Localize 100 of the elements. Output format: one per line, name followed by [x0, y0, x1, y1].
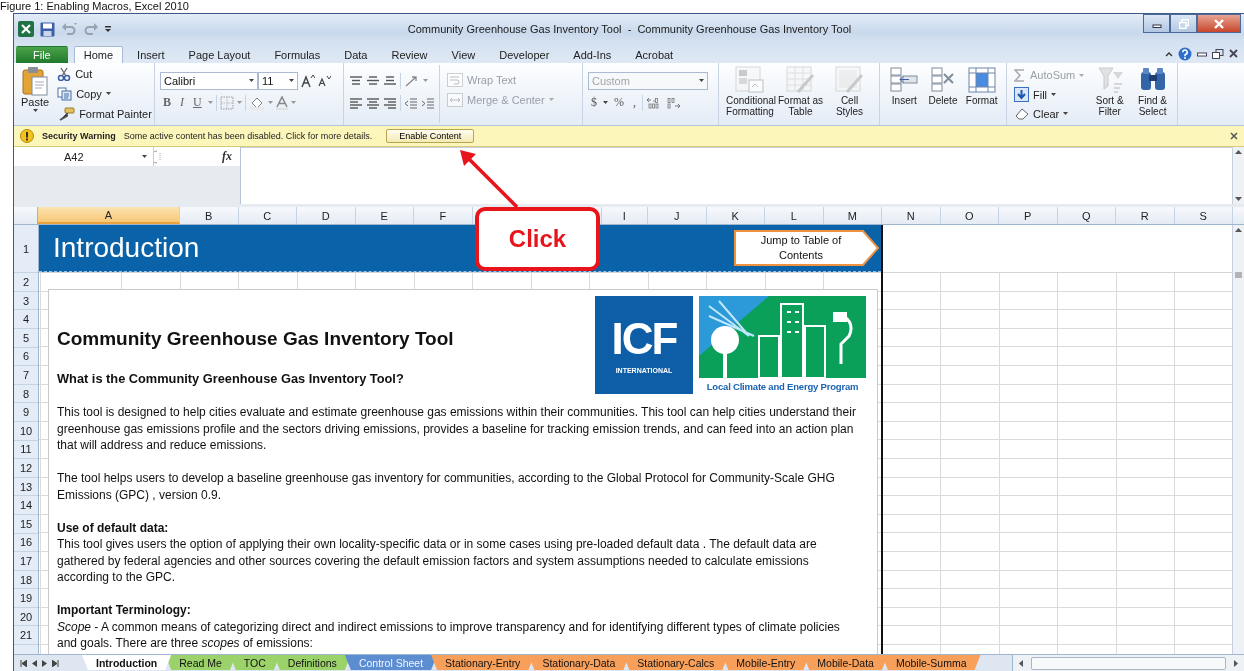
ribbon-button[interactable]: Insert	[885, 64, 924, 123]
row-header[interactable]: 12	[14, 459, 38, 478]
help-icon[interactable]	[1178, 46, 1192, 61]
restore-icon[interactable]	[1212, 48, 1224, 59]
next-sheet-icon[interactable]	[42, 659, 47, 667]
column-header[interactable]: O	[940, 207, 999, 225]
enable-content-button[interactable]: Enable Content	[386, 129, 475, 143]
minimize-button[interactable]	[1143, 14, 1170, 33]
row-header[interactable]: 13	[14, 477, 38, 497]
scrollbar[interactable]	[1232, 147, 1244, 205]
row-header[interactable]: 18	[14, 570, 38, 590]
row-header[interactable]: 5	[14, 329, 38, 348]
ribbon-tab[interactable]: Acrobat	[625, 45, 684, 63]
column-header[interactable]: S	[1174, 207, 1233, 225]
row-header[interactable]: 6	[14, 347, 38, 367]
column-header[interactable]: E	[355, 207, 414, 225]
ribbon-tab[interactable]: Developer	[489, 45, 560, 63]
increase-decimal-icon[interactable]	[646, 96, 662, 109]
save-icon[interactable]	[40, 21, 55, 37]
ribbon-button[interactable]: Clear	[1012, 105, 1087, 123]
font-size-dropdown[interactable]: 11	[258, 71, 298, 90]
customize-toolbar-icon[interactable]	[105, 24, 112, 35]
column-header[interactable]: L	[765, 207, 824, 225]
column-header[interactable]: F	[414, 207, 473, 225]
align-left-icon	[349, 96, 363, 109]
column-header[interactable]: K	[706, 207, 765, 225]
insert-function-button[interactable]: fx	[222, 149, 232, 165]
column-header[interactable]: J	[648, 207, 707, 225]
minimize-icon[interactable]	[1197, 49, 1207, 58]
scroll-right-icon	[1234, 659, 1238, 667]
column-header[interactable]: M	[823, 207, 882, 225]
ribbon-tab[interactable]: Page Layout	[178, 45, 261, 63]
ribbon-tab[interactable]: Review	[381, 45, 438, 63]
column-header[interactable]: A	[38, 207, 180, 225]
align-center-icon	[366, 96, 380, 109]
column-header[interactable]: N	[882, 207, 941, 225]
row-header[interactable]: 4	[14, 310, 38, 329]
close-icon[interactable]	[1229, 49, 1238, 59]
row-header[interactable]: 19	[14, 589, 38, 608]
ribbon-tab[interactable]: View	[441, 45, 486, 63]
increase-indent-icon[interactable]	[421, 96, 435, 109]
column-header[interactable]: Q	[1057, 207, 1116, 225]
previous-sheet-icon[interactable]	[32, 659, 37, 667]
warning-message: Some active content has been disabled. Click for more details.	[123, 131, 373, 141]
column-header[interactable]: B	[180, 207, 239, 225]
grow-font-icon[interactable]	[301, 73, 315, 88]
row-header[interactable]: 10	[14, 421, 38, 441]
font-style-button[interactable]: B	[160, 93, 174, 112]
row-header[interactable]: 9	[14, 403, 38, 422]
scrollbar[interactable]	[1232, 225, 1244, 655]
row-header[interactable]: 15	[14, 514, 38, 534]
ribbon-button[interactable]: Format	[962, 64, 1001, 123]
ribbon-button[interactable]: Format Painter	[55, 104, 154, 123]
row-header[interactable]: 11	[14, 440, 38, 460]
column-header[interactable]: I	[601, 207, 648, 225]
row-header[interactable]: 8	[14, 384, 38, 404]
close-icon[interactable]	[1230, 132, 1238, 140]
last-sheet-icon[interactable]	[52, 659, 59, 667]
collapse-ribbon-icon[interactable]	[1165, 50, 1173, 57]
row-header[interactable]: 7	[14, 366, 38, 385]
close-button[interactable]	[1197, 14, 1241, 33]
row-header[interactable]: 20	[14, 607, 38, 627]
font-color-icon[interactable]	[275, 95, 288, 110]
table-of-contents-link[interactable]: Jump to Table of Contents	[734, 230, 880, 267]
decrease-indent-icon[interactable]	[404, 96, 418, 109]
ribbon-tab[interactable]: Insert	[127, 45, 175, 63]
shrink-font-icon[interactable]	[318, 74, 331, 87]
row-header[interactable]: 14	[14, 496, 38, 515]
font-name-dropdown[interactable]: Calibri	[160, 71, 258, 90]
ribbon-tab[interactable]: Data	[334, 45, 378, 63]
row-header[interactable]: 16	[14, 533, 38, 553]
row-header[interactable]: 2	[14, 273, 38, 292]
name-box[interactable]: A42	[14, 147, 154, 167]
row-header[interactable]: 17	[14, 552, 38, 571]
sheet-tab[interactable]: Introduction	[82, 655, 172, 671]
ribbon-tab[interactable]: Formulas	[264, 45, 331, 63]
row-header[interactable]: 1	[14, 225, 38, 274]
first-sheet-icon[interactable]	[20, 659, 27, 667]
column-header[interactable]: R	[1116, 207, 1175, 225]
column-header[interactable]: P	[999, 207, 1058, 225]
ribbon-button[interactable]: Find & Select	[1133, 64, 1172, 123]
ribbon-button[interactable]: Fill	[1012, 86, 1087, 104]
column-header[interactable]: D	[297, 207, 356, 225]
row-header[interactable]: 21	[14, 626, 38, 646]
decrease-decimal-icon[interactable]	[665, 96, 681, 109]
font-style-button[interactable]: I	[177, 93, 187, 112]
restore-button[interactable]	[1170, 14, 1197, 33]
column-header[interactable]: C	[238, 207, 297, 225]
ribbon-tab[interactable]: Add-Ins	[563, 45, 622, 63]
ribbon-button[interactable]: Cut	[55, 64, 154, 83]
fill-color-icon[interactable]	[248, 95, 265, 110]
text-orientation-icon[interactable]	[404, 74, 420, 87]
row-header[interactable]: 3	[14, 291, 38, 311]
font-style-button[interactable]: U	[190, 93, 205, 112]
horizontal-scrollbar[interactable]	[1012, 655, 1244, 671]
ribbon-button[interactable]: Copy	[55, 84, 154, 103]
ribbon-tab[interactable]: Home	[73, 45, 124, 63]
paste-button[interactable]: Paste	[19, 64, 52, 123]
file-tab[interactable]: File	[16, 45, 68, 63]
ribbon-button[interactable]: Delete	[923, 64, 963, 123]
